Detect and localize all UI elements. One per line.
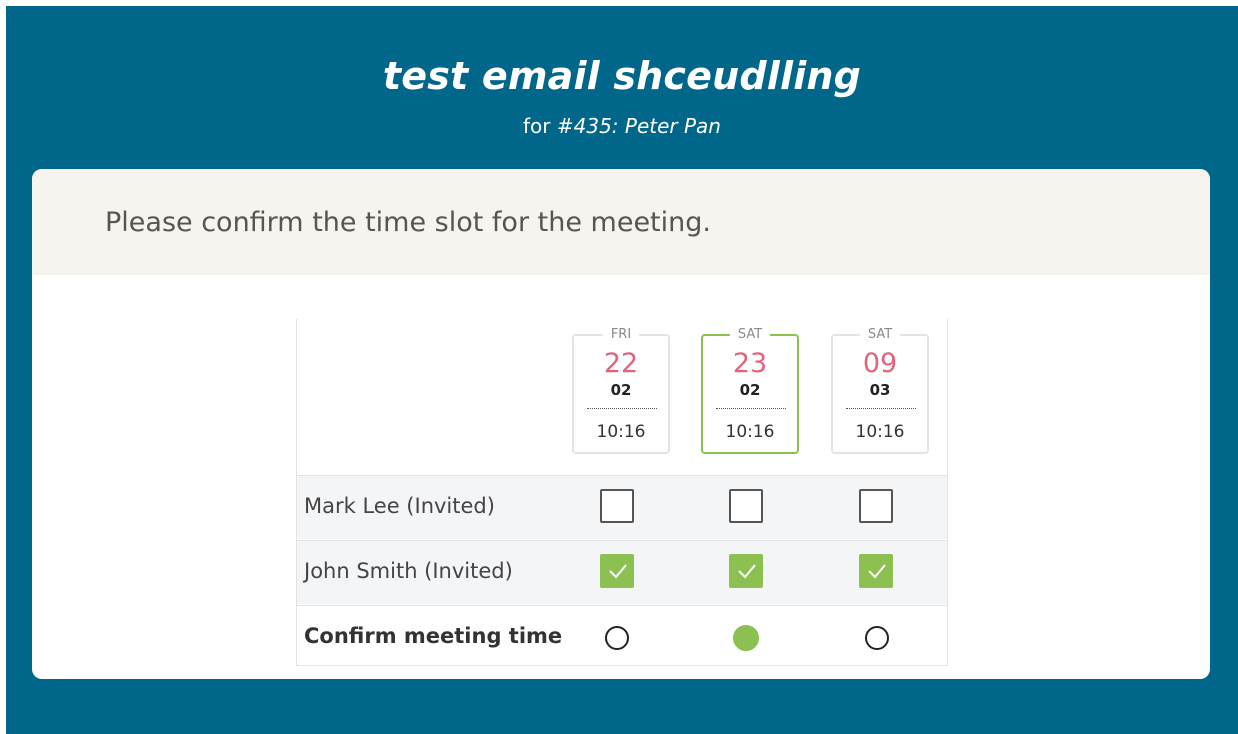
- slot-1-date: SAT 23 02 10:16: [701, 327, 799, 454]
- card-header: Please confirm the time slot for the mee…: [32, 169, 1210, 275]
- confirm-row: Confirm meeting time: [297, 605, 947, 669]
- availability-checkbox-checked[interactable]: [600, 554, 634, 588]
- page-title: test email shceudlling: [382, 54, 862, 98]
- slot-0-day: 22: [603, 348, 639, 379]
- slot-2-date: SAT 09 03 10:16: [831, 327, 929, 454]
- page-background: test email shceudlling for #435: Peter P…: [6, 6, 1238, 734]
- slot-1-month: 02: [739, 381, 761, 399]
- availability-checkbox[interactable]: [600, 489, 634, 523]
- check-icon: [609, 564, 627, 579]
- slot-1-divider: [716, 408, 786, 409]
- confirm-radio[interactable]: [865, 626, 889, 650]
- subtitle-reference: #435: Peter Pan: [556, 114, 721, 138]
- availability-checkbox[interactable]: [859, 489, 893, 523]
- confirm-label: Confirm meeting time: [304, 624, 563, 648]
- confirm-radio-selected[interactable]: [733, 625, 759, 651]
- check-icon: [868, 564, 886, 579]
- slot-0-time: 10:16: [596, 422, 646, 442]
- confirm-prompt: Please confirm the time slot for the mee…: [105, 207, 711, 238]
- participant-row: Mark Lee (Invited): [297, 475, 947, 539]
- availability-checkbox-checked[interactable]: [729, 554, 763, 588]
- slot-2-time: 10:16: [855, 422, 905, 442]
- slot-2-day: 09: [862, 348, 898, 379]
- check-icon: [738, 564, 756, 579]
- slot-0-weekday: FRI: [602, 327, 640, 342]
- slot-1-day: 23: [732, 348, 768, 379]
- slot-0-month: 02: [610, 381, 632, 399]
- subtitle-prefix: for: [523, 114, 557, 138]
- slot-1-weekday: SAT: [729, 327, 771, 342]
- confirm-radio[interactable]: [605, 626, 629, 650]
- participant-row: John Smith (Invited): [297, 540, 947, 604]
- slot-2-divider: [846, 408, 916, 409]
- participant-name: John Smith (Invited): [304, 559, 513, 583]
- availability-checkbox[interactable]: [729, 489, 763, 523]
- slot-1-time: 10:16: [725, 422, 775, 442]
- slot-0-date: FRI 22 02 10:16: [572, 327, 670, 454]
- slot-0-divider: [587, 408, 657, 409]
- slot-2-weekday: SAT: [859, 327, 901, 342]
- slot-2-month: 03: [869, 381, 891, 399]
- time-slot-grid: FRI 22 02 10:16 SAT 23 02 10:16 SAT 09 0…: [296, 319, 948, 666]
- page-subtitle: for #435: Peter Pan: [6, 114, 1238, 138]
- participant-name: Mark Lee (Invited): [304, 494, 495, 518]
- confirm-card: Please confirm the time slot for the mee…: [32, 169, 1210, 679]
- availability-checkbox-checked[interactable]: [859, 554, 893, 588]
